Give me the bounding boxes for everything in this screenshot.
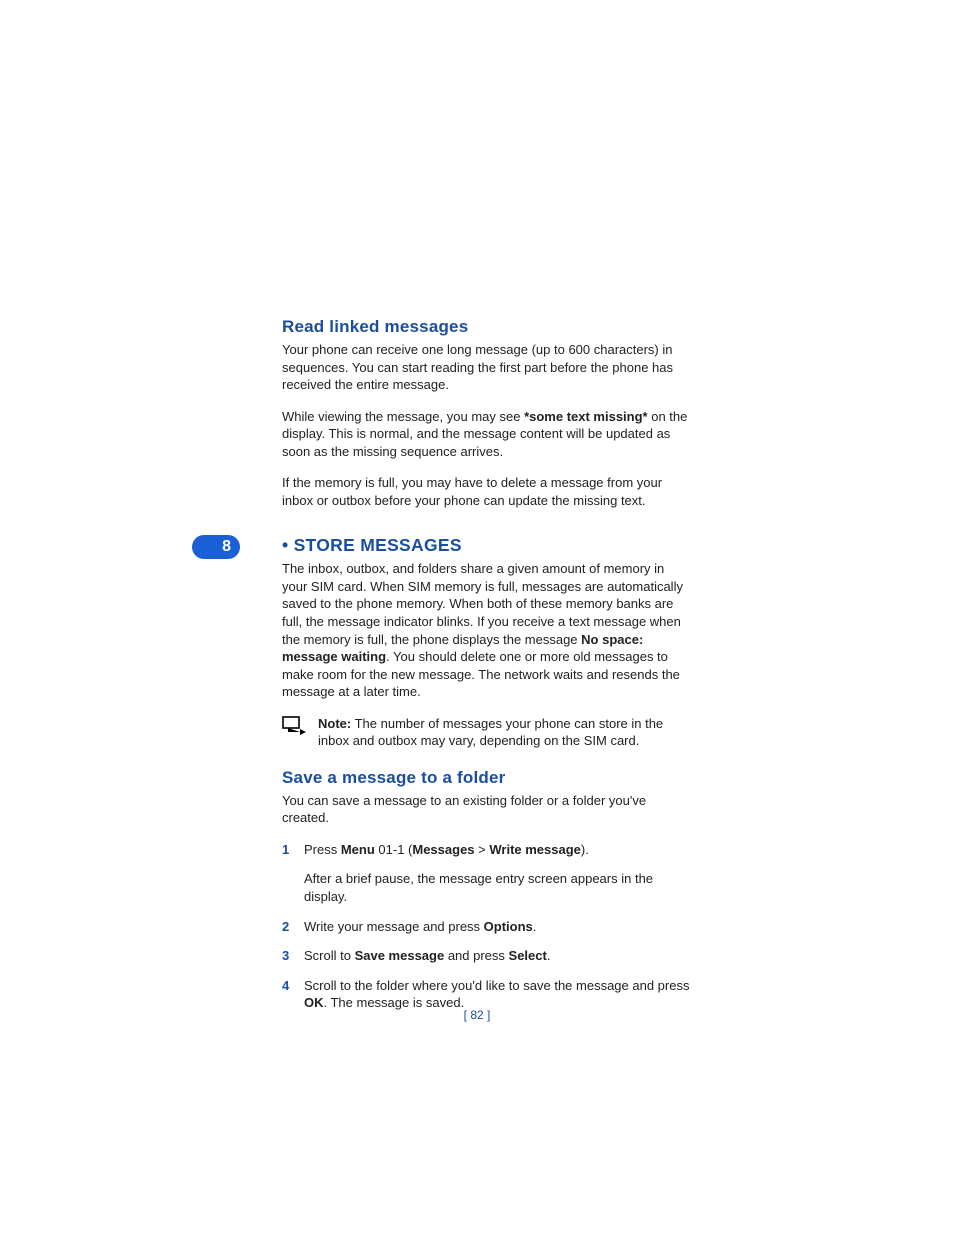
numbered-steps: Press Menu 01-1 (Messages > Write messag… xyxy=(282,841,692,1012)
bold-text: Select xyxy=(509,948,547,963)
text-fragment: and press xyxy=(444,948,508,963)
note-arrow-icon xyxy=(282,716,308,741)
content-column: Read linked messages Your phone can rece… xyxy=(282,317,692,1012)
note-label: Note: xyxy=(318,716,351,731)
text-fragment: Write your message and press xyxy=(304,919,484,934)
paragraph: Your phone can receive one long message … xyxy=(282,341,692,394)
text-fragment: . xyxy=(547,948,551,963)
text-fragment: Press xyxy=(304,842,341,857)
document-page: Read linked messages Your phone can rece… xyxy=(0,0,954,1235)
text-fragment: While viewing the message, you may see xyxy=(282,409,524,424)
text-fragment: . xyxy=(533,919,537,934)
text-fragment: Scroll to xyxy=(304,948,355,963)
text-fragment: > xyxy=(475,842,490,857)
note-text: Note: The number of messages your phone … xyxy=(318,715,692,750)
text-fragment: The number of messages your phone can st… xyxy=(318,716,663,749)
bold-text: Menu xyxy=(341,842,375,857)
text-fragment: Scroll to the folder where you'd like to… xyxy=(304,978,689,993)
section-store-messages: 8 • STORE MESSAGES The inbox, outbox, an… xyxy=(282,535,692,1011)
section-number-badge: 8 xyxy=(192,535,240,559)
bold-text: Save message xyxy=(355,948,445,963)
bold-text: *some text missing* xyxy=(524,409,648,424)
list-item: Write your message and press Options. xyxy=(282,918,692,936)
subheading-save-folder: Save a message to a folder xyxy=(282,768,692,788)
subheading-read-linked: Read linked messages xyxy=(282,317,692,337)
paragraph: While viewing the message, you may see *… xyxy=(282,408,692,461)
text-fragment: 01-1 ( xyxy=(375,842,413,857)
bold-text: Write message xyxy=(489,842,581,857)
bold-text: Messages xyxy=(412,842,474,857)
text-fragment: ). xyxy=(581,842,589,857)
paragraph: If the memory is full, you may have to d… xyxy=(282,474,692,509)
step-subtext: After a brief pause, the message entry s… xyxy=(304,870,692,905)
section-title: • STORE MESSAGES xyxy=(282,535,692,556)
list-item: Scroll to the folder where you'd like to… xyxy=(282,977,692,1012)
paragraph: The inbox, outbox, and folders share a g… xyxy=(282,560,692,700)
note-block: Note: The number of messages your phone … xyxy=(282,715,692,750)
list-item: Scroll to Save message and press Select. xyxy=(282,947,692,965)
bold-text: Options xyxy=(484,919,533,934)
page-number: [ 82 ] xyxy=(0,1008,954,1022)
list-item: Press Menu 01-1 (Messages > Write messag… xyxy=(282,841,692,906)
paragraph: You can save a message to an existing fo… xyxy=(282,792,692,827)
